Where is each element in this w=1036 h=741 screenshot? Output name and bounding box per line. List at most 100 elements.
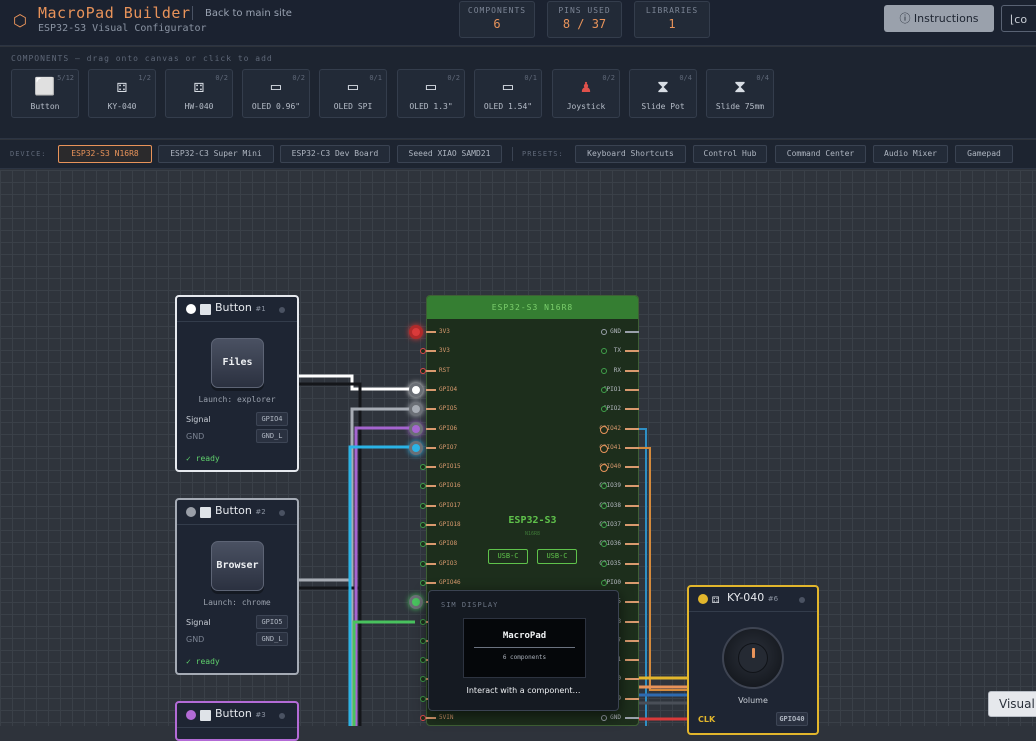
board-header: ESP32-S3 N16R8 bbox=[427, 296, 638, 319]
keycap-button[interactable]: Files bbox=[211, 338, 264, 388]
preset-command-center[interactable]: Command Center bbox=[775, 145, 866, 163]
rotary-knob[interactable] bbox=[722, 627, 784, 689]
sim-display-panel: SIM DISPLAY MacroPad 6 components Intera… bbox=[428, 590, 619, 711]
component-card-oled-13[interactable]: ▭ OLED 1.3" 0/2 bbox=[397, 69, 465, 118]
app-title: MacroPad Builder bbox=[38, 4, 191, 22]
board-pin-label: GPIO16 bbox=[439, 482, 461, 490]
pin-connector[interactable] bbox=[420, 560, 426, 567]
hexagon-logo-icon: ⬡ bbox=[13, 11, 27, 30]
app-subtitle: ESP32-S3 Visual Configurator bbox=[38, 23, 207, 34]
pin-connector[interactable] bbox=[420, 367, 426, 374]
gnd-pin-select[interactable]: GND_L bbox=[256, 632, 288, 646]
pin-connector[interactable] bbox=[601, 329, 607, 335]
pin-connector[interactable] bbox=[420, 483, 426, 490]
device-esp32-c3-mini[interactable]: ESP32-C3 Super Mini bbox=[158, 145, 274, 163]
signal-pin-select[interactable]: GPIO4 bbox=[256, 412, 288, 426]
pin-connector[interactable] bbox=[420, 502, 426, 509]
pin-stub bbox=[625, 350, 639, 353]
component-count: 0/4 bbox=[756, 74, 769, 82]
clk-label: CLK bbox=[698, 715, 716, 724]
pin-connector[interactable] bbox=[420, 715, 426, 721]
pin-connector[interactable] bbox=[420, 695, 426, 702]
pin-connector[interactable] bbox=[600, 464, 608, 473]
preset-gamepad[interactable]: Gamepad bbox=[955, 145, 1013, 163]
gnd-pin-select[interactable]: GND_L bbox=[256, 429, 288, 443]
pin-connector[interactable] bbox=[601, 348, 607, 355]
divider bbox=[192, 6, 193, 20]
board-pin-label: 5VIN bbox=[439, 714, 454, 721]
square-icon bbox=[200, 710, 211, 721]
options-dot-icon[interactable] bbox=[279, 713, 285, 719]
pin-connector[interactable] bbox=[409, 421, 423, 436]
device-esp32-s3[interactable]: ESP32-S3 N16R8 bbox=[58, 145, 152, 163]
visual-tab-button[interactable]: Visual bbox=[988, 691, 1036, 717]
preset-keyboard-shortcuts[interactable]: Keyboard Shortcuts bbox=[575, 145, 686, 163]
stat-value: 1 bbox=[668, 17, 676, 31]
component-card-oled-096[interactable]: ▭ OLED 0.96" 0/2 bbox=[242, 69, 310, 118]
pin-stub bbox=[426, 562, 436, 565]
pin-connector[interactable] bbox=[420, 657, 426, 664]
pin-stub bbox=[426, 331, 436, 333]
device-xiao-samd21[interactable]: Seeed XIAO SAMD21 bbox=[397, 145, 502, 163]
component-card-slide-75mm[interactable]: ⧗ Slide 75mm 0/4 bbox=[706, 69, 774, 118]
device-esp32-c3-dev[interactable]: ESP32-C3 Dev Board bbox=[280, 145, 390, 163]
component-card-oled-spi[interactable]: ▭ OLED SPI 0/1 bbox=[319, 69, 387, 118]
pin-connector[interactable] bbox=[601, 502, 607, 509]
pin-connector[interactable] bbox=[420, 348, 426, 355]
component-card-joystick[interactable]: ♟ Joystick 0/2 bbox=[552, 69, 620, 118]
pin-connector[interactable] bbox=[409, 440, 423, 455]
pin-connector[interactable] bbox=[420, 541, 426, 548]
knob-dial bbox=[738, 643, 768, 673]
button-node-1[interactable]: Button #1 Files Launch: explorer Signal G… bbox=[175, 295, 299, 472]
pin-connector[interactable] bbox=[601, 522, 607, 528]
options-dot-icon[interactable] bbox=[279, 307, 285, 313]
pin-connector[interactable] bbox=[601, 367, 607, 374]
pin-connector[interactable] bbox=[601, 579, 607, 586]
pin-connector[interactable] bbox=[420, 464, 426, 471]
wiring-canvas[interactable]: ESP32-S3 N16R8 ESP32-S3 N16R8 USB-C USB-… bbox=[0, 170, 1036, 741]
launch-text: Launch: chrome bbox=[203, 598, 271, 607]
preset-audio-mixer[interactable]: Audio Mixer bbox=[873, 145, 948, 163]
component-card-button[interactable]: ⬜ Button 5/12 bbox=[11, 69, 79, 118]
pin-connector[interactable] bbox=[420, 676, 426, 683]
clk-pin-select[interactable]: GPIO40 bbox=[776, 712, 808, 726]
board-pin-label: GPIO15 bbox=[439, 463, 461, 471]
options-dot-icon[interactable] bbox=[279, 510, 285, 516]
keycap-button[interactable]: Browser bbox=[211, 541, 264, 591]
component-card-oled-154[interactable]: ▭ OLED 1.54" 0/1 bbox=[474, 69, 542, 118]
pin-connector[interactable] bbox=[601, 715, 607, 721]
code-button[interactable]: ⌊co bbox=[1001, 5, 1036, 32]
pin-connector[interactable] bbox=[409, 382, 423, 397]
pin-connector[interactable] bbox=[409, 325, 423, 339]
back-to-main-link[interactable]: Back to main site bbox=[205, 8, 292, 19]
button-node-2[interactable]: Button #2 Browser Launch: chrome Signal G… bbox=[175, 498, 299, 675]
pin-connector[interactable] bbox=[420, 579, 426, 586]
pin-connector[interactable] bbox=[601, 386, 607, 393]
pin-connector[interactable] bbox=[420, 637, 426, 644]
node-header: Button #3 bbox=[177, 703, 297, 728]
pin-connector[interactable] bbox=[601, 560, 607, 567]
pin-connector[interactable] bbox=[600, 444, 608, 453]
encoder-icon: ⚃ bbox=[712, 592, 720, 606]
options-dot-icon[interactable] bbox=[799, 597, 805, 603]
ky040-node[interactable]: ⚃ KY-040 #6 Volume CLK GPIO40 bbox=[687, 585, 819, 735]
pin-stub bbox=[426, 446, 436, 449]
instructions-button[interactable]: ⓘ Instructions bbox=[884, 5, 994, 32]
square-icon bbox=[200, 304, 211, 315]
signal-row: Signal GPIO4 bbox=[186, 412, 288, 426]
preset-control-hub[interactable]: Control Hub bbox=[693, 145, 767, 163]
signal-pin-select[interactable]: GPIO5 bbox=[256, 615, 288, 629]
stat-value: 6 bbox=[493, 17, 501, 31]
gnd-row: GND GND_L bbox=[186, 429, 288, 443]
node-header: Button #2 bbox=[177, 500, 297, 525]
pin-connector[interactable] bbox=[600, 425, 608, 434]
component-count: 0/2 bbox=[215, 74, 228, 82]
component-card-hw040[interactable]: ⚃ HW-040 0/2 bbox=[165, 69, 233, 118]
pin-connector[interactable] bbox=[420, 618, 426, 625]
pin-connector[interactable] bbox=[420, 522, 426, 528]
component-card-slide-pot[interactable]: ⧗ Slide Pot 0/4 bbox=[629, 69, 697, 118]
pin-stub bbox=[625, 331, 639, 333]
board-pin-label: RX bbox=[613, 366, 621, 374]
button-node-3[interactable]: Button #3 bbox=[175, 701, 299, 741]
component-card-ky040[interactable]: ⚃ KY-040 1/2 bbox=[88, 69, 156, 118]
